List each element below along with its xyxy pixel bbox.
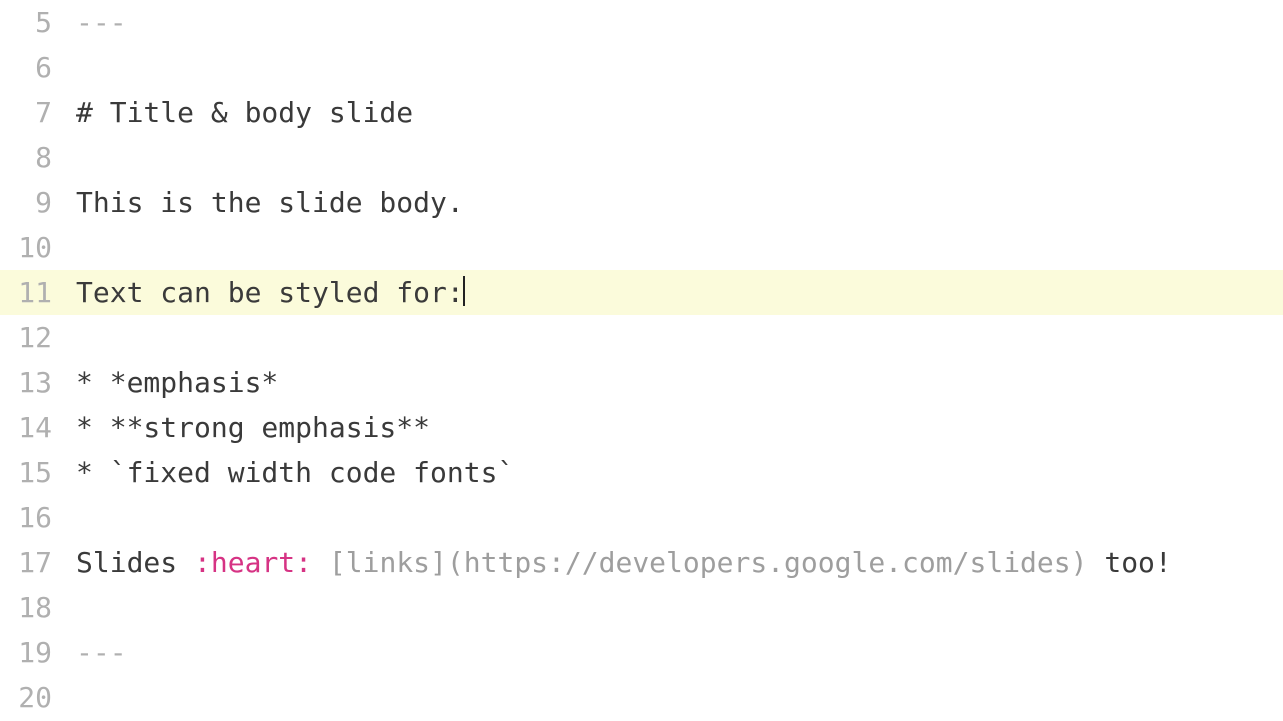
- line-number: 5: [0, 0, 70, 45]
- code-segment: [links](https://developers.google.com/sl…: [329, 546, 1088, 579]
- code-segment: ---: [76, 6, 127, 39]
- line-number: 7: [0, 90, 70, 135]
- code-segment: This is the slide body.: [76, 186, 464, 219]
- line-content[interactable]: Slides :heart: [links](https://developer…: [70, 540, 1172, 585]
- editor-line[interactable]: 16: [0, 495, 1283, 540]
- line-content[interactable]: This is the slide body.: [70, 180, 464, 225]
- editor-line[interactable]: 20: [0, 675, 1283, 720]
- line-number: 16: [0, 495, 70, 540]
- editor-line[interactable]: 10: [0, 225, 1283, 270]
- editor-line[interactable]: 19---: [0, 630, 1283, 675]
- line-content[interactable]: Text can be styled for:: [70, 270, 465, 315]
- code-segment: * **strong emphasis**: [76, 411, 430, 444]
- editor-line[interactable]: 15* `fixed width code fonts`: [0, 450, 1283, 495]
- editor-line[interactable]: 8: [0, 135, 1283, 180]
- code-segment: too!: [1087, 546, 1171, 579]
- line-number: 13: [0, 360, 70, 405]
- text-cursor: [463, 276, 465, 306]
- line-number: 20: [0, 675, 70, 720]
- editor-line[interactable]: 11Text can be styled for:: [0, 270, 1283, 315]
- line-number: 9: [0, 180, 70, 225]
- editor-line[interactable]: 7# Title & body slide: [0, 90, 1283, 135]
- code-editor[interactable]: 5---67# Title & body slide89This is the …: [0, 0, 1283, 720]
- editor-line[interactable]: 17Slides :heart: [links](https://develop…: [0, 540, 1283, 585]
- code-segment: [312, 546, 329, 579]
- editor-line[interactable]: 6: [0, 45, 1283, 90]
- line-number: 6: [0, 45, 70, 90]
- line-number: 18: [0, 585, 70, 630]
- editor-line[interactable]: 5---: [0, 0, 1283, 45]
- code-segment: # Title & body slide: [76, 96, 413, 129]
- line-number: 8: [0, 135, 70, 180]
- editor-line[interactable]: 9This is the slide body.: [0, 180, 1283, 225]
- line-content[interactable]: ---: [70, 630, 127, 675]
- line-number: 11: [0, 270, 70, 315]
- line-content[interactable]: ---: [70, 0, 127, 45]
- editor-line[interactable]: 12: [0, 315, 1283, 360]
- editor-line[interactable]: 18: [0, 585, 1283, 630]
- line-number: 19: [0, 630, 70, 675]
- line-content[interactable]: * `fixed width code fonts`: [70, 450, 514, 495]
- code-segment: :heart:: [194, 546, 312, 579]
- line-number: 12: [0, 315, 70, 360]
- line-content[interactable]: * **strong emphasis**: [70, 405, 430, 450]
- line-number: 17: [0, 540, 70, 585]
- line-number: 10: [0, 225, 70, 270]
- editor-line[interactable]: 14* **strong emphasis**: [0, 405, 1283, 450]
- line-number: 14: [0, 405, 70, 450]
- code-segment: Text can be styled for:: [76, 276, 464, 309]
- line-content[interactable]: # Title & body slide: [70, 90, 413, 135]
- code-segment: ---: [76, 636, 127, 669]
- code-segment: Slides: [76, 546, 194, 579]
- code-segment: * *emphasis*: [76, 366, 278, 399]
- line-number: 15: [0, 450, 70, 495]
- editor-line[interactable]: 13* *emphasis*: [0, 360, 1283, 405]
- code-segment: * `fixed width code fonts`: [76, 456, 514, 489]
- line-content[interactable]: * *emphasis*: [70, 360, 278, 405]
